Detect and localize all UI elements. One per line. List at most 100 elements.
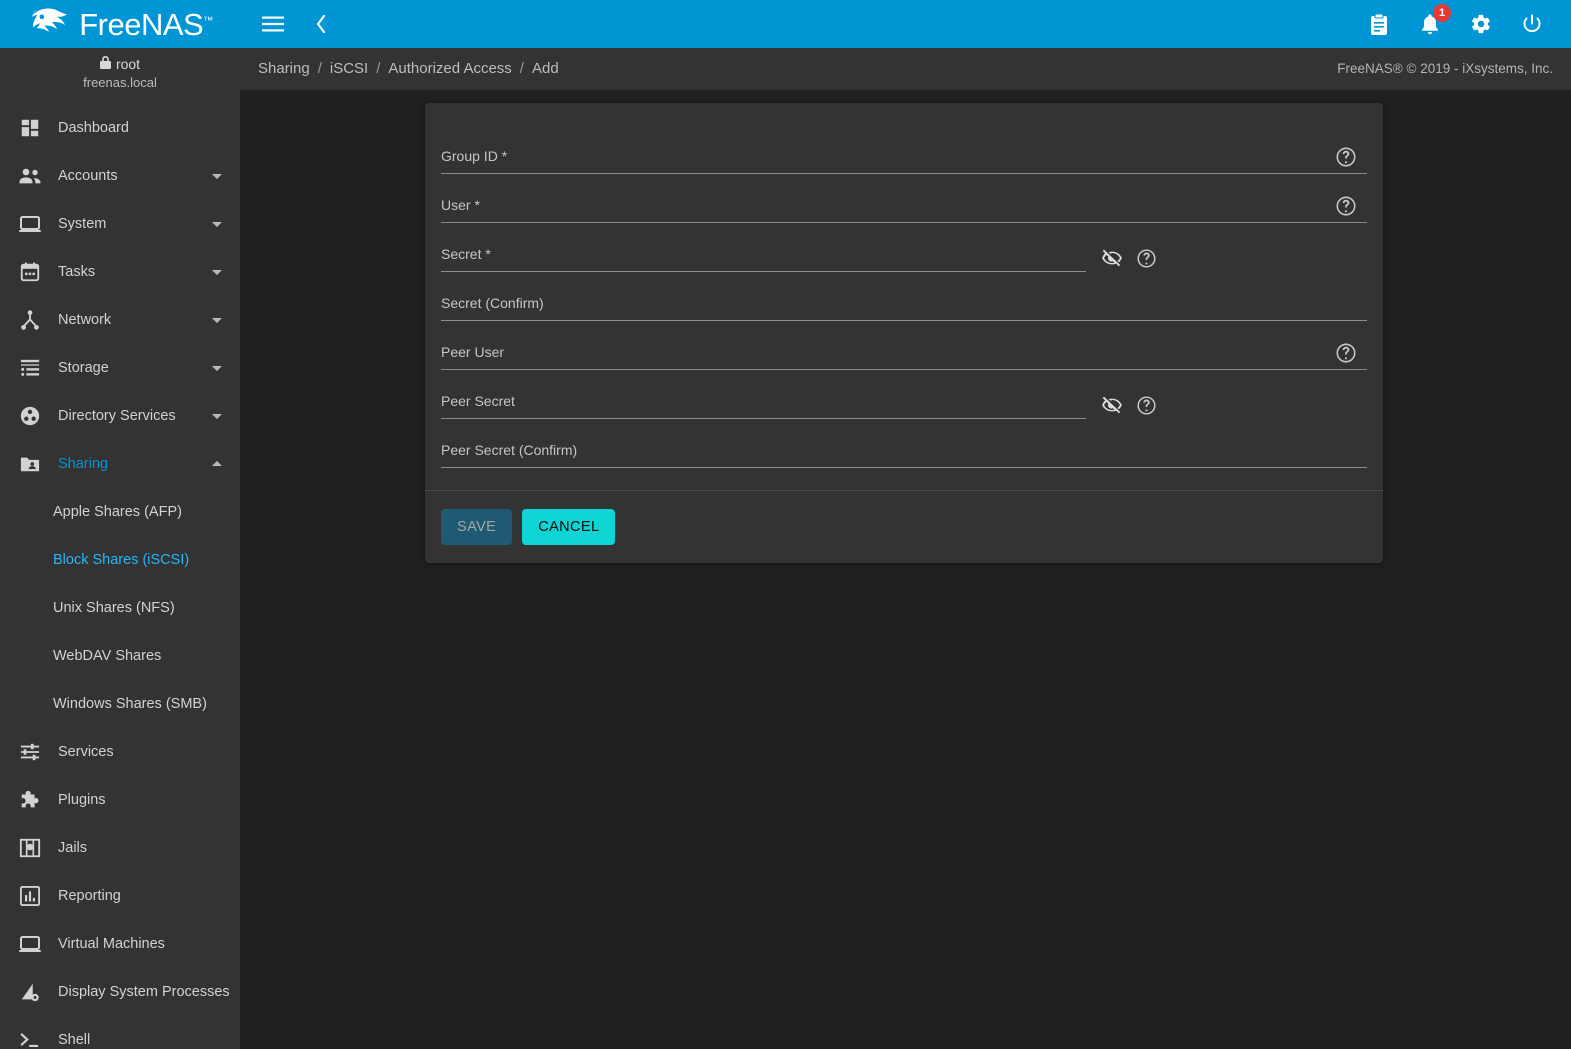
group-id-label: Group ID *: [441, 148, 508, 164]
brand-logo-area[interactable]: FreeNAS™: [0, 0, 240, 48]
lock-icon: [99, 56, 111, 72]
sidebar-item-label: System: [58, 216, 107, 232]
username: root: [115, 56, 141, 72]
chevron-down-icon[interactable]: [210, 409, 224, 423]
secret-confirm-label: Secret (Confirm): [441, 295, 544, 311]
peer-secret-confirm-input[interactable]: [441, 436, 1367, 463]
sidebar-item-shell[interactable]: Shell: [0, 1016, 240, 1049]
freenas-logo-icon: [27, 7, 71, 41]
peer-secret-row-icons: [1086, 393, 1158, 419]
sidebar-subitem-label: Apple Shares (AFP): [53, 504, 182, 520]
sidebar-item-label: Dashboard: [58, 120, 129, 136]
sidebar-item-label: Reporting: [58, 888, 121, 904]
breadcrumb-item-authorized-access[interactable]: Authorized Access: [380, 60, 519, 77]
sidebar-subitem-windows-shares[interactable]: Windows Shares (SMB): [0, 680, 240, 728]
peer-user-input[interactable]: [441, 338, 1367, 365]
sidebar-nav: Dashboard Accounts System Tasks Network …: [0, 100, 240, 1049]
field-row-secret-confirm: Secret (Confirm): [441, 272, 1367, 321]
field-row-peer-user: Peer User: [441, 321, 1367, 370]
sidebar-item-accounts[interactable]: Accounts: [0, 152, 240, 200]
sidebar-item-directory-services[interactable]: Directory Services: [0, 392, 240, 440]
form-actions: Save Cancel: [425, 491, 1383, 563]
chevron-down-icon[interactable]: [210, 169, 224, 183]
chevron-down-icon[interactable]: [210, 313, 224, 327]
chevron-up-icon[interactable]: [210, 457, 224, 471]
peer-user-field: Peer User: [441, 338, 1367, 370]
notification-badge: 1: [1433, 4, 1451, 22]
eye-off-icon[interactable]: [1100, 246, 1124, 270]
sidebar-item-jails[interactable]: Jails: [0, 824, 240, 872]
bell-icon[interactable]: 1: [1417, 4, 1451, 37]
chevron-down-icon[interactable]: [210, 361, 224, 375]
field-row-peer-secret: Peer Secret: [441, 370, 1367, 419]
peer-user-label: Peer User: [441, 344, 505, 360]
help-icon[interactable]: [1335, 146, 1359, 170]
cancel-button[interactable]: Cancel: [522, 509, 616, 545]
sidebar-subitem-label: Unix Shares (NFS): [53, 600, 175, 616]
shell-icon: [16, 1028, 44, 1049]
hostname: freenas.local: [83, 75, 157, 90]
freenas-app: FreeNAS™ root freenas.local Dashboard Ac…: [0, 0, 1571, 1049]
secret-input[interactable]: [441, 240, 1086, 267]
sidebar-item-virtual-machines[interactable]: Virtual Machines: [0, 920, 240, 968]
help-icon[interactable]: [1134, 246, 1158, 270]
chevron-left-icon[interactable]: [308, 11, 334, 37]
hamburger-menu-icon[interactable]: [260, 11, 286, 37]
brand-name: FreeNAS™: [79, 6, 213, 42]
help-icon[interactable]: [1335, 342, 1359, 366]
peer-secret-field: Peer Secret: [441, 387, 1086, 419]
secret-label: Secret *: [441, 246, 491, 262]
sidebar-subitem-webdav-shares[interactable]: WebDAV Shares: [0, 632, 240, 680]
eye-off-icon[interactable]: [1100, 393, 1124, 417]
chevron-down-icon[interactable]: [210, 217, 224, 231]
authorized-access-form-card: Group ID * User * Secret * Secret (Confi…: [425, 103, 1383, 563]
sharing-icon: [16, 452, 44, 476]
sidebar-subitem-apple-shares[interactable]: Apple Shares (AFP): [0, 488, 240, 536]
breadcrumb-item-sharing[interactable]: Sharing: [250, 60, 318, 77]
copyright-text: FreeNAS® © 2019 - iXsystems, Inc.: [1337, 61, 1553, 76]
sidebar-item-services[interactable]: Services: [0, 728, 240, 776]
sidebar-item-label: Network: [58, 312, 112, 328]
save-button[interactable]: Save: [441, 509, 513, 545]
chevron-down-icon[interactable]: [210, 265, 224, 279]
sidebar-item-network[interactable]: Network: [0, 296, 240, 344]
sidebar: FreeNAS™ root freenas.local Dashboard Ac…: [0, 0, 240, 1049]
sidebar-item-plugins[interactable]: Plugins: [0, 776, 240, 824]
peer-secret-confirm-field: Peer Secret (Confirm): [441, 436, 1367, 468]
breadcrumb-item-iscsi[interactable]: iSCSI: [322, 60, 376, 77]
group-id-field: Group ID *: [441, 142, 1367, 174]
clipboard-icon[interactable]: [1366, 11, 1392, 37]
sidebar-subitem-unix-shares[interactable]: Unix Shares (NFS): [0, 584, 240, 632]
sidebar-subitem-label: Windows Shares (SMB): [53, 696, 207, 712]
system-icon: [16, 212, 44, 236]
sidebar-item-display-system-processes[interactable]: Display System Processes: [0, 968, 240, 1016]
sidebar-item-tasks[interactable]: Tasks: [0, 248, 240, 296]
secret-field: Secret *: [441, 240, 1086, 272]
field-row-group-id: Group ID *: [441, 125, 1367, 174]
field-row-user: User *: [441, 174, 1367, 223]
gear-icon[interactable]: [1468, 11, 1494, 37]
sidebar-item-label: Tasks: [58, 264, 96, 280]
directory-services-icon: [16, 404, 44, 428]
help-icon[interactable]: [1134, 393, 1158, 417]
secret-confirm-input[interactable]: [441, 289, 1367, 316]
user-field: User *: [441, 191, 1367, 223]
sidebar-item-reporting[interactable]: Reporting: [0, 872, 240, 920]
sidebar-item-system[interactable]: System: [0, 200, 240, 248]
sidebar-item-storage[interactable]: Storage: [0, 344, 240, 392]
field-underline: [441, 467, 1367, 468]
sidebar-item-label: Plugins: [58, 792, 106, 808]
sidebar-item-dashboard[interactable]: Dashboard: [0, 104, 240, 152]
sidebar-item-label: Accounts: [58, 168, 118, 184]
sidebar-item-sharing[interactable]: Sharing: [0, 440, 240, 488]
group-id-input[interactable]: [441, 142, 1367, 169]
sidebar-subitem-block-shares[interactable]: Block Shares (iSCSI): [0, 536, 240, 584]
user-input[interactable]: [441, 191, 1367, 218]
peer-secret-input[interactable]: [441, 387, 1086, 414]
plugins-icon: [16, 788, 44, 812]
breadcrumb-bar: Sharing / iSCSI / Authorized Access / Ad…: [240, 48, 1571, 90]
secret-confirm-field: Secret (Confirm): [441, 289, 1367, 321]
sidebar-item-label: Display System Processes: [58, 984, 230, 1000]
power-icon[interactable]: [1519, 11, 1545, 37]
help-icon[interactable]: [1335, 195, 1359, 219]
